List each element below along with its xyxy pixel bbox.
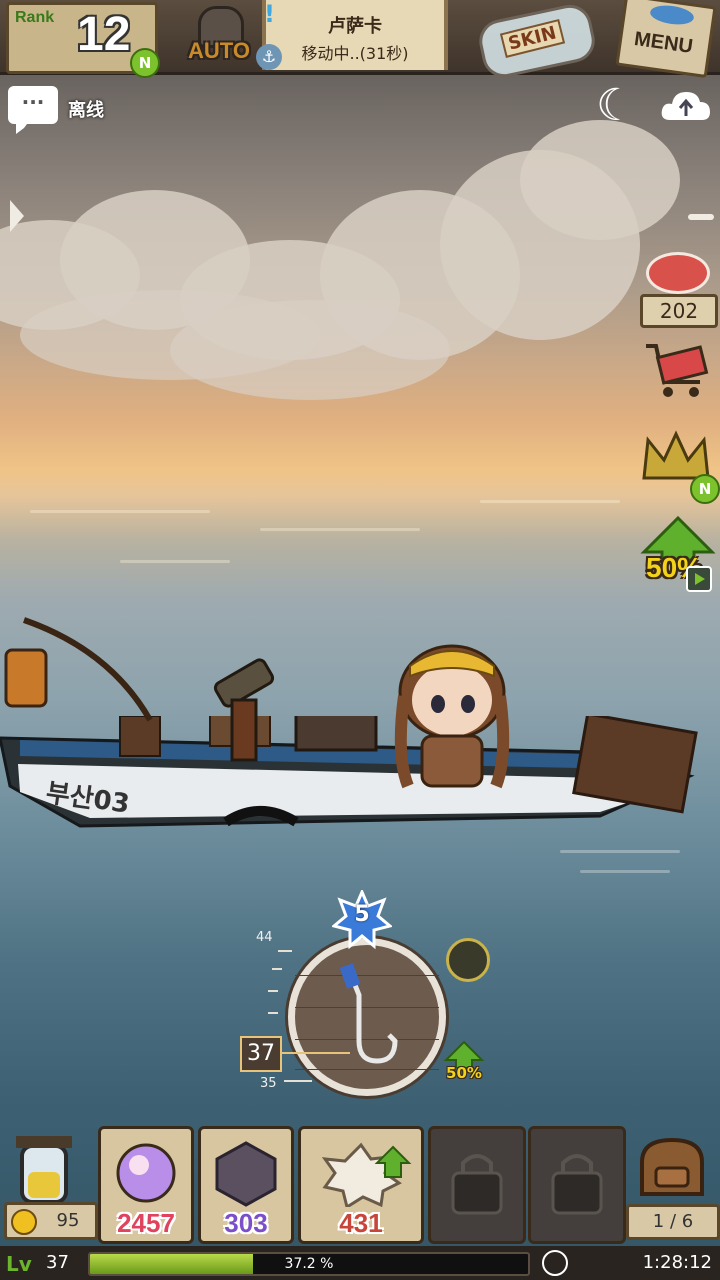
fishing-gauge: 5 44 37 35 50% <box>226 890 496 1100</box>
play-time: 1:28:12 <box>642 1252 712 1273</box>
item-slot-bait[interactable]: 431 <box>298 1126 424 1244</box>
hook-dial[interactable] <box>288 938 446 1096</box>
backpack-icon[interactable] <box>634 1132 710 1202</box>
clock-icon <box>542 1250 568 1276</box>
shop-cart-button[interactable] <box>642 338 710 402</box>
chat-icon: ··· <box>21 90 45 114</box>
meat-count[interactable]: 202 <box>640 294 718 328</box>
auto-label: AUTO <box>188 38 250 63</box>
sea-highlight <box>580 870 670 873</box>
anchor-icon: ⚓ <box>256 44 282 70</box>
bait-boost-indicator: 50% <box>442 1040 486 1084</box>
rank-label: Rank <box>15 9 55 26</box>
lock-icon <box>451 1154 503 1215</box>
lantern-icon[interactable] <box>8 1132 78 1212</box>
current-depth: 37 <box>240 1036 282 1072</box>
chat-status-label: 离线 <box>68 100 104 121</box>
menu-button[interactable]: MENU <box>614 0 717 79</box>
cannon <box>213 658 275 762</box>
sea-highlight <box>480 500 620 503</box>
status-footer: Lv 37 37.2 % 1:28:12 <box>0 1246 720 1280</box>
location-status: 移动中..(31秒) <box>301 44 409 63</box>
sea-highlight <box>260 528 420 531</box>
depth-scale-top: 44 <box>256 930 273 945</box>
boost-video-button[interactable]: 50% <box>640 516 716 596</box>
stone-count: 303 <box>224 1208 268 1238</box>
alert-icon: ! <box>264 0 275 28</box>
rune-stone-icon <box>215 1141 277 1207</box>
cloud-shape <box>520 120 680 240</box>
gold-counter: 95 <box>4 1202 98 1240</box>
depth-tick <box>268 1012 278 1014</box>
depth-tick <box>278 950 292 952</box>
location-scroll[interactable]: 卢萨卡 移动中..(31秒) <box>262 0 448 70</box>
depth-tick <box>272 968 282 970</box>
cloud-upload-icon[interactable] <box>660 88 712 122</box>
bait-boost-label: 50% <box>446 1064 482 1082</box>
item-slot-locked-1[interactable] <box>428 1126 526 1244</box>
xp-bar: 37.2 % <box>88 1252 530 1276</box>
moon-icon[interactable]: ☾ <box>596 84 635 128</box>
chat-button[interactable]: ··· <box>8 86 58 134</box>
sea-highlight <box>30 510 210 513</box>
gold-value: 95 <box>56 1210 80 1231</box>
coin-icon <box>11 1209 37 1235</box>
left-panel-arrow-icon[interactable] <box>10 200 24 232</box>
cloud-shape <box>170 300 450 400</box>
video-icon <box>686 566 712 592</box>
item-slot-pearl[interactable]: 2457 <box>98 1126 194 1244</box>
new-badge: N <box>130 48 160 78</box>
sea-highlight <box>560 850 680 853</box>
new-badge: N <box>690 474 720 504</box>
skin-button[interactable]: SKIN <box>475 0 599 82</box>
item-slot-stone[interactable]: 303 <box>198 1126 294 1244</box>
xp-percent: 37.2 % <box>284 1256 334 1272</box>
meat-icon <box>646 252 710 294</box>
depth-scale-bottom: 35 <box>260 1076 277 1091</box>
rank-value: 12 <box>77 8 131 61</box>
pearl-icon <box>116 1143 176 1203</box>
depth-tick <box>268 990 278 992</box>
depth-tick <box>284 1080 312 1082</box>
item-slot-locked-2[interactable] <box>528 1126 626 1244</box>
lock-icon <box>551 1154 603 1215</box>
gauge-level: 5 <box>354 902 370 927</box>
bait-count: 431 <box>339 1208 383 1238</box>
right-panel-toggle-icon[interactable] <box>688 214 714 220</box>
location-name: 卢萨卡 <box>328 16 382 37</box>
hook-icon <box>339 963 398 1064</box>
bag-capacity: 1 / 6 <box>626 1204 720 1240</box>
sea-highlight <box>120 560 230 563</box>
depth-marker-line <box>280 1052 350 1054</box>
player-character <box>394 644 510 789</box>
auto-button[interactable]: AUTO <box>178 6 260 68</box>
level-icon: Lv <box>6 1252 32 1276</box>
fishing-rod <box>4 617 153 722</box>
shell-icon <box>321 1142 412 1207</box>
pearl-count: 2457 <box>117 1208 175 1238</box>
player-level: 37 <box>46 1252 69 1273</box>
compass-icon[interactable] <box>446 938 490 982</box>
top-bar: Rank 12 N AUTO 卢萨卡 移动中..(31秒) ! ⚓ SKIN M… <box>0 0 720 82</box>
